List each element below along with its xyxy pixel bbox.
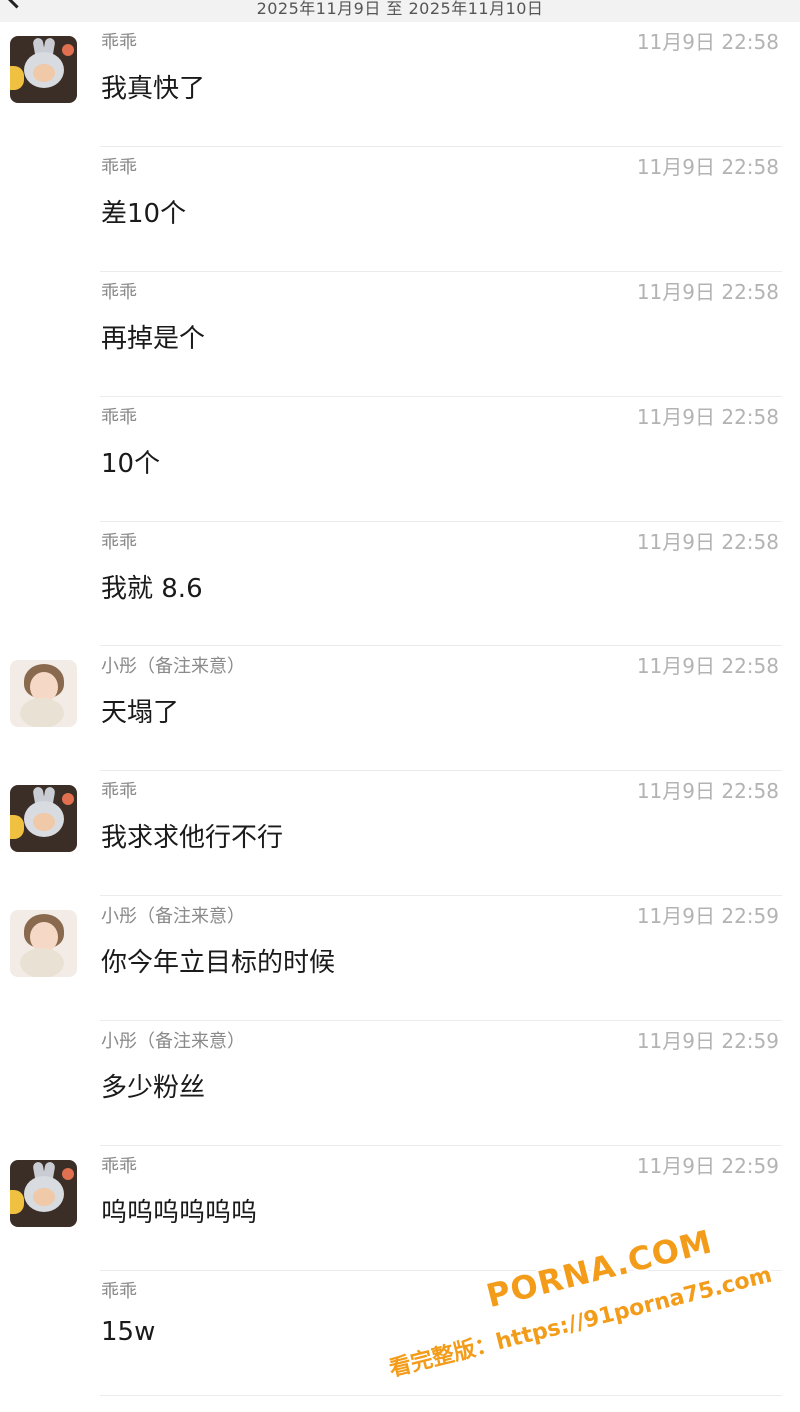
sender-name: 小彤（备注来意） — [101, 906, 245, 928]
message-row[interactable]: 小彤（备注来意） 11月9日 22:58 天塌了 — [0, 646, 800, 772]
message-time: 11月9日 22:58 — [636, 654, 779, 679]
sender-name: 乖乖 — [101, 406, 137, 428]
message-text: 你今年立目标的时候 — [101, 948, 336, 979]
message-text: 呜呜呜呜呜呜 — [101, 1198, 258, 1229]
sender-name: 乖乖 — [101, 531, 137, 553]
message-time: 11月9日 22:59 — [636, 1029, 779, 1054]
message-text: 多少粉丝 — [101, 1073, 206, 1104]
message-time: 11月9日 22:59 — [636, 904, 779, 929]
sender-name: 小彤（备注来意） — [101, 1031, 245, 1053]
divider — [100, 1394, 782, 1396]
message-row[interactable]: 乖乖 11月9日 22:58 10个 — [0, 397, 800, 522]
avatar-girl[interactable] — [10, 660, 77, 728]
message-text: 再掉是个 — [101, 323, 206, 354]
sender-name: 乖乖 — [101, 1280, 137, 1302]
message-row[interactable]: 小彤（备注来意） 11月9日 22:59 你今年立目标的时候 — [0, 896, 800, 1022]
date-range-label: 2025年11月9日 至 2025年11月10日 — [256, 0, 544, 18]
sender-name: 乖乖 — [101, 281, 137, 303]
message-time: 11月9日 22:58 — [636, 779, 779, 804]
avatar-girl[interactable] — [10, 910, 77, 978]
message-list: 乖乖 11月9日 22:58 我真快了 乖乖 11月9日 22:58 差10个 乖乖 11月9… — [0, 22, 800, 1396]
message-time: 11月9日 22:59 — [636, 1154, 779, 1179]
sender-name: 乖乖 — [101, 156, 137, 178]
message-row[interactable]: 乖乖 11月9日 22:58 差10个 — [0, 147, 800, 272]
message-row[interactable]: 乖乖 11月9日 22:58 我求求他行不行 — [0, 771, 800, 897]
message-time: 11月9日 22:58 — [636, 154, 779, 179]
sender-name: 乖乖 — [101, 781, 137, 803]
avatar-bunny[interactable] — [10, 785, 77, 853]
message-text: 我就 8.6 — [101, 573, 203, 604]
message-row[interactable]: 乖乖 11月9日 22:58 我真快了 — [0, 22, 800, 147]
avatar-bunny[interactable] — [10, 36, 77, 103]
message-time: 11月9日 22:58 — [636, 529, 779, 554]
top-bar: 2025年11月9日 至 2025年11月10日 — [0, 0, 800, 22]
message-text: 我真快了 — [101, 74, 206, 104]
message-text: 差10个 — [101, 198, 187, 229]
message-row[interactable]: 小彤（备注来意） 11月9日 22:59 多少粉丝 — [0, 1021, 800, 1147]
message-time: 11月9日 22:58 — [636, 30, 779, 54]
message-row[interactable]: 乖乖 11月9日 22:58 我就 8.6 — [0, 522, 800, 647]
message-text: 10个 — [101, 448, 161, 479]
message-time: 11月9日 22:58 — [636, 404, 779, 429]
sender-name: 乖乖 — [101, 1156, 137, 1178]
sender-name: 乖乖 — [101, 32, 137, 53]
message-time: 11月9日 22:58 — [636, 279, 779, 304]
message-text: 15w — [101, 1316, 156, 1347]
message-row[interactable]: 乖乖 11月9日 22:58 再掉是个 — [0, 272, 800, 397]
sender-name: 小彤（备注来意） — [101, 656, 245, 678]
message-text: 我求求他行不行 — [101, 823, 284, 854]
message-text: 天塌了 — [101, 698, 180, 729]
avatar-bunny[interactable] — [10, 1160, 77, 1228]
